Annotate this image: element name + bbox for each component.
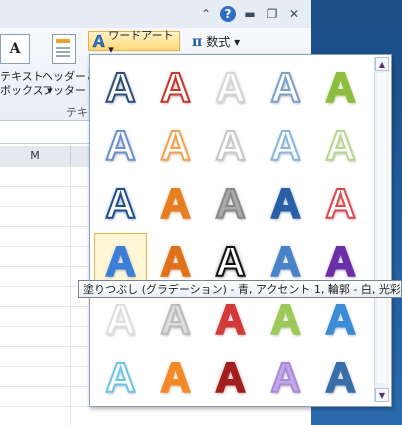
wordart-style-27[interactable]: A bbox=[149, 349, 202, 407]
help-icon[interactable]: ? bbox=[220, 6, 236, 22]
wordart-style-letter: A bbox=[159, 296, 191, 343]
caret-up-icon[interactable]: ⌃ bbox=[198, 6, 214, 22]
wordart-style-letter: A bbox=[214, 64, 246, 111]
wordart-style-letter: A bbox=[104, 354, 136, 401]
spreadsheet-grid[interactable] bbox=[0, 166, 90, 425]
wordart-style-letter: A bbox=[214, 296, 246, 343]
wordart-style-letter: A bbox=[214, 180, 246, 227]
wordart-style-letter: A bbox=[269, 64, 301, 111]
wordart-style-23[interactable]: A bbox=[204, 291, 257, 349]
wordart-icon bbox=[92, 34, 105, 48]
wordart-style-4[interactable]: A bbox=[259, 59, 312, 117]
formula-bar[interactable] bbox=[0, 121, 90, 144]
wordart-style-30[interactable]: A bbox=[314, 349, 367, 407]
wordart-style-letter: A bbox=[159, 238, 191, 285]
formula-label: 数式 ▾ bbox=[206, 35, 241, 49]
wordart-style-letter: A bbox=[214, 122, 246, 169]
wordart-style-letter: A bbox=[324, 122, 356, 169]
wordart-style-letter: A bbox=[159, 122, 191, 169]
wordart-style-letter: A bbox=[324, 354, 356, 401]
wordart-style-letter: A bbox=[159, 64, 191, 111]
wordart-style-letter: A bbox=[104, 238, 136, 285]
wordart-style-letter: A bbox=[104, 64, 136, 111]
wordart-style-letter: A bbox=[269, 238, 301, 285]
wordart-style-letter: A bbox=[214, 354, 246, 401]
wordart-style-letter: A bbox=[214, 238, 246, 285]
wordart-style-letter: A bbox=[324, 64, 356, 111]
wordart-style-29[interactable]: A bbox=[259, 349, 312, 407]
wordart-style-letter: A bbox=[104, 296, 136, 343]
close-icon[interactable]: ✕ bbox=[286, 6, 302, 22]
wordart-gallery: AAAAAAAAAAAAAAAAAAAAAAAAAAAAAA ▲ ▼ bbox=[89, 54, 392, 407]
wordart-style-6[interactable]: A bbox=[94, 117, 147, 175]
wordart-style-letter: A bbox=[159, 354, 191, 401]
wordart-style-12[interactable]: A bbox=[149, 175, 202, 233]
wordart-style-22[interactable]: A bbox=[149, 291, 202, 349]
wordart-tooltip: 塗りつぶし (グラデーション) - 青, アクセント 1, 輪郭 - 白, 光彩… bbox=[78, 280, 402, 298]
wordart-style-8[interactable]: A bbox=[204, 117, 257, 175]
wordart-style-letter: A bbox=[324, 180, 356, 227]
wordart-style-letter: A bbox=[269, 122, 301, 169]
wordart-style-letter: A bbox=[324, 296, 356, 343]
textbox-icon: A bbox=[0, 34, 30, 64]
wordart-style-10[interactable]: A bbox=[314, 117, 367, 175]
wordart-style-5[interactable]: A bbox=[314, 59, 367, 117]
wordart-label: ワードアート ▾ bbox=[108, 28, 174, 56]
text-group-label: テキ bbox=[66, 106, 88, 119]
minimize-icon[interactable]: ▬ bbox=[242, 6, 258, 22]
wordart-style-9[interactable]: A bbox=[259, 117, 312, 175]
wordart-button[interactable]: ワードアート ▾ bbox=[88, 29, 180, 56]
wordart-style-3[interactable]: A bbox=[204, 59, 257, 117]
column-headers: M bbox=[0, 146, 90, 167]
wordart-style-24[interactable]: A bbox=[259, 291, 312, 349]
wordart-style-2[interactable]: A bbox=[149, 59, 202, 117]
wordart-style-25[interactable]: A bbox=[314, 291, 367, 349]
header-footer-icon bbox=[52, 34, 76, 64]
wordart-style-letter: A bbox=[159, 180, 191, 227]
wordart-style-letter: A bbox=[104, 122, 136, 169]
wordart-style-28[interactable]: A bbox=[204, 349, 257, 407]
wordart-style-21[interactable]: A bbox=[94, 291, 147, 349]
wordart-style-letter: A bbox=[324, 238, 356, 285]
wordart-style-letter: A bbox=[269, 296, 301, 343]
wordart-style-15[interactable]: A bbox=[314, 175, 367, 233]
column-header-m[interactable]: M bbox=[0, 146, 71, 166]
wordart-style-letter: A bbox=[269, 180, 301, 227]
wordart-style-13[interactable]: A bbox=[204, 175, 257, 233]
wordart-style-1[interactable]: A bbox=[94, 59, 147, 117]
scroll-down-button[interactable]: ▼ bbox=[375, 388, 389, 402]
scroll-track[interactable] bbox=[377, 73, 387, 383]
restore-icon[interactable]: ❐ bbox=[264, 6, 280, 22]
wordart-style-letter: A bbox=[104, 180, 136, 227]
wordart-style-7[interactable]: A bbox=[149, 117, 202, 175]
wordart-style-26[interactable]: A bbox=[94, 349, 147, 407]
gallery-scrollbar[interactable]: ▲ ▼ bbox=[374, 57, 389, 402]
title-bar: ⌃ ? ▬ ❐ ✕ bbox=[0, 0, 311, 29]
formula-button[interactable]: π 数式 ▾ bbox=[192, 33, 240, 50]
wordart-style-14[interactable]: A bbox=[259, 175, 312, 233]
scroll-up-button[interactable]: ▲ bbox=[375, 57, 389, 71]
pi-icon: π bbox=[192, 33, 203, 50]
wordart-style-11[interactable]: A bbox=[94, 175, 147, 233]
wordart-style-letter: A bbox=[269, 354, 301, 401]
